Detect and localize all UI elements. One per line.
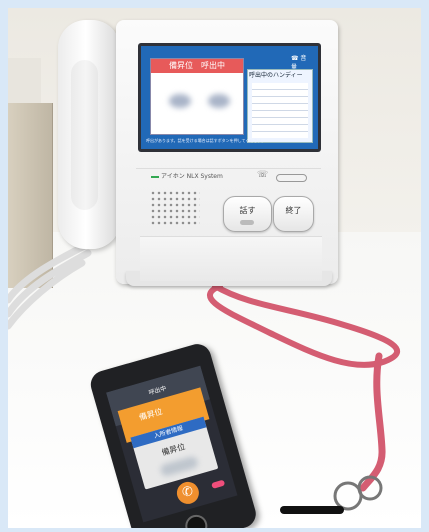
intercom-handset[interactable]	[58, 20, 120, 249]
handset-icon: ☏	[257, 170, 269, 180]
status-led	[151, 176, 159, 178]
answer-call-button[interactable]: ✆	[174, 479, 202, 507]
screen-top-label: ☎ 音 量	[291, 55, 307, 71]
lanyard-loop	[207, 283, 401, 368]
handy-list-title: 呼出中のハンディー	[249, 72, 303, 79]
smartphone-screen: 呼出中 備昇位 入所者情報 備昇位 ✆	[106, 365, 238, 523]
speaker-grille	[150, 190, 200, 226]
redacted-text	[208, 94, 230, 108]
call-status-panel: 備昇位 呼出中	[150, 58, 244, 135]
photo-scene: 備昇位 呼出中 ☎ 音 量 呼出中のハンディー 呼出があります。話を受ける場合は…	[0, 0, 429, 532]
talk-label: 話す	[239, 206, 256, 215]
intercom-screen: 備昇位 呼出中 ☎ 音 量 呼出中のハンディー 呼出があります。話を受ける場合は…	[141, 46, 318, 149]
handy-list: 呼出中のハンディー	[247, 69, 313, 143]
home-button[interactable]	[182, 512, 210, 528]
intercom-status-strip: アイホン NLX System ☏	[136, 168, 321, 187]
end-label: 終了	[285, 206, 302, 215]
talk-led	[240, 220, 254, 225]
brand-label: アイホン NLX System	[161, 173, 223, 180]
handy-list-grid	[252, 83, 308, 138]
photo-frame: 備昇位 呼出中 ☎ 音 量 呼出中のハンディー 呼出があります。話を受ける場合は…	[8, 8, 421, 528]
lanyard-strap	[359, 352, 386, 492]
caller-card-label: 備昇位	[138, 406, 164, 423]
redacted-text	[169, 94, 191, 108]
call-status-title: 備昇位 呼出中	[151, 59, 243, 73]
end-button[interactable]: 終了	[273, 196, 314, 232]
coiled-cord	[8, 237, 98, 330]
indicator-light	[276, 174, 307, 182]
phone-cable	[280, 506, 344, 514]
lower-compartment	[140, 236, 322, 281]
screen-instruction: 呼出があります。話を受ける場合は話すボタンを押してください。	[146, 138, 266, 143]
talk-button[interactable]: 話す	[223, 196, 272, 232]
call-badge	[211, 479, 226, 489]
